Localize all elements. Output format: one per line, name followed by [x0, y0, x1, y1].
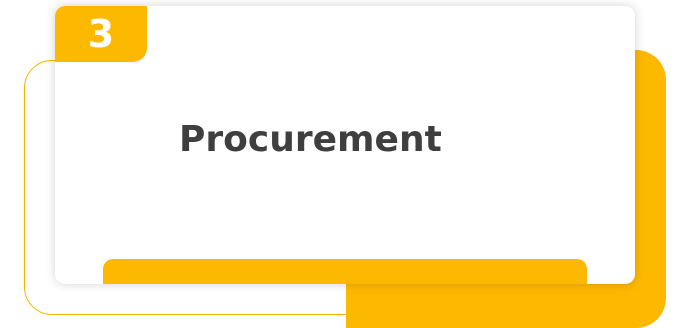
procurement-step-graphic: 3 Procurement: [0, 0, 682, 328]
accent-bar: [103, 259, 587, 284]
step-title: Procurement: [179, 119, 442, 160]
step-number: 3: [87, 12, 115, 56]
step-card: 3 Procurement: [55, 6, 635, 284]
step-number-tab: 3: [55, 6, 147, 62]
